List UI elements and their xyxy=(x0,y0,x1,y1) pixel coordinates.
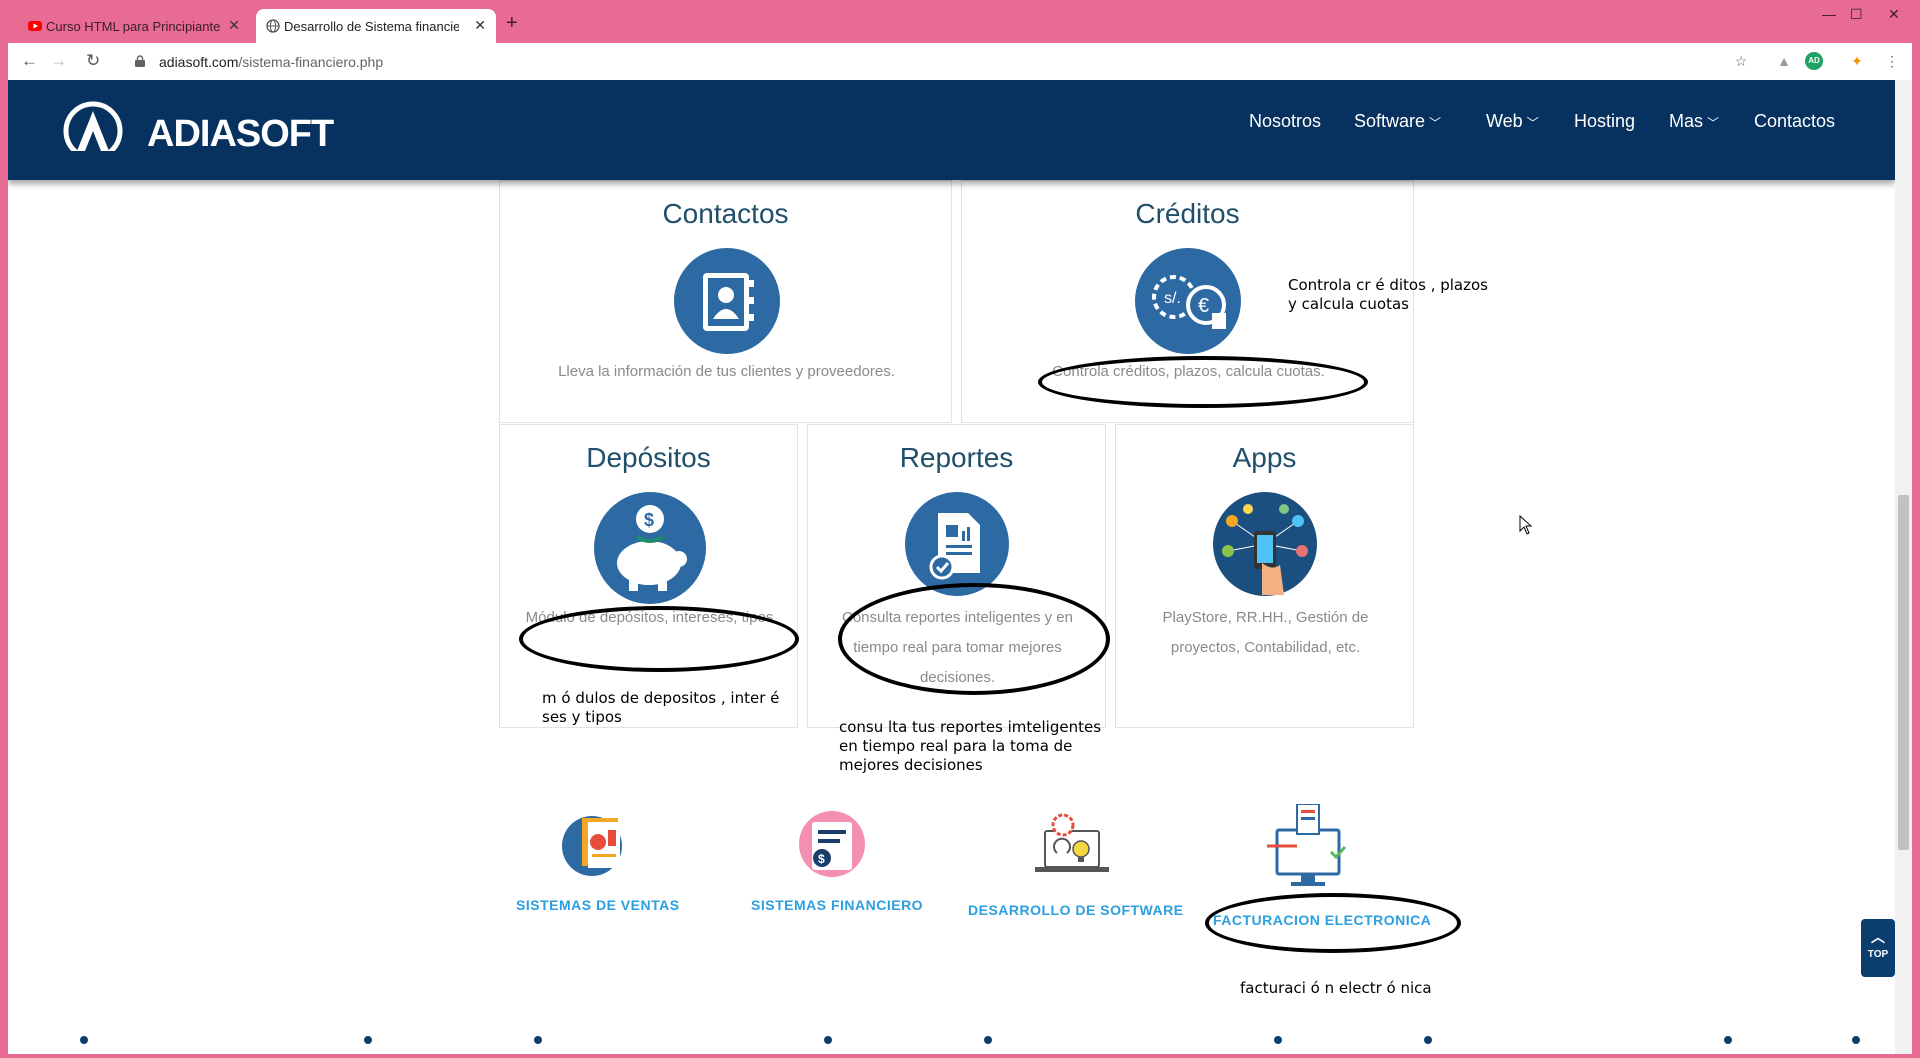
sistemas-financiero-link[interactable]: SISTEMAS FINANCIERO xyxy=(751,897,923,913)
sistemas-ventas-link[interactable]: SISTEMAS DE VENTAS xyxy=(516,897,680,913)
annotation-ellipse-depositos xyxy=(519,606,799,672)
url-text: adiasoft.com/sistema-financiero.php xyxy=(159,54,383,70)
top-label: TOP xyxy=(1867,949,1889,960)
card-title: Contactos xyxy=(662,198,789,229)
annotation-note-depositos: m ó dulos de depositos , inter é ses y t… xyxy=(542,689,780,726)
tab-title: Desarrollo de Sistema financiero xyxy=(284,18,459,34)
chevron-up-icon: ︿ xyxy=(1871,929,1885,945)
close-tab-icon[interactable]: ✕ xyxy=(228,17,240,34)
lock-icon xyxy=(135,55,145,67)
browser-toolbar: ← → ↻ adiasoft.com/sistema-financiero.ph… xyxy=(8,43,1912,80)
card-title: Apps xyxy=(1232,442,1297,473)
report-document-icon xyxy=(905,492,1009,596)
nav-label: Hosting xyxy=(1574,111,1636,131)
browser-tab-youtube[interactable]: Curso HTML para Principiantes - ✕ xyxy=(18,9,250,43)
youtube-icon xyxy=(28,21,42,31)
card-title: Reportes xyxy=(899,442,1014,473)
extension-fox-icon[interactable]: ✦ xyxy=(1848,52,1866,70)
tab-title: Curso HTML para Principiantes - xyxy=(46,18,221,34)
nav-contactos[interactable]: Contactos xyxy=(1754,111,1835,132)
piggy-bank-icon: $ xyxy=(594,492,706,604)
card-description: Lleva la información de tus clientes y p… xyxy=(558,363,895,380)
maximize-button[interactable]: ☐ xyxy=(1850,6,1863,23)
annotation-note-creditos: Controla cr é ditos , plazos y calcula c… xyxy=(1288,276,1488,313)
chevron-down-icon: ﹀ xyxy=(1526,116,1539,130)
annotation-note-reportes: consu lta tus reportes imteligentes en t… xyxy=(839,718,1102,774)
minimize-button[interactable]: — xyxy=(1822,6,1836,22)
site-header: ADIASOFT Nosotros Software ﹀ Web ﹀ Hosting… xyxy=(8,80,1895,180)
mobile-apps-icon xyxy=(1213,492,1317,596)
invoice-monitor-icon xyxy=(1267,803,1347,886)
logo-text: ADIASOFT xyxy=(147,113,334,155)
nav-nosotros[interactable]: Nosotros xyxy=(1249,111,1321,132)
new-tab-button[interactable]: + xyxy=(506,12,518,35)
annotation-ellipse-creditos xyxy=(1038,356,1368,408)
adiasoft-logo[interactable]: ADIASOFT xyxy=(63,101,334,161)
desarrollo-software-link[interactable]: DESARROLLO DE SOFTWARE xyxy=(968,902,1184,918)
card-depositos: Depósitos $ Módulo de depósitos, interes… xyxy=(499,424,798,728)
address-bar[interactable]: adiasoft.com/sistema-financiero.php xyxy=(126,48,1766,76)
card-description: PlayStore, RR.HH., Gestión de proyectos,… xyxy=(1162,609,1369,656)
browser-tabstrip: Curso HTML para Principiantes - ✕ Desarr… xyxy=(0,0,1920,43)
back-to-top-button[interactable]: ︿ TOP xyxy=(1861,919,1895,977)
sales-chart-icon xyxy=(562,816,622,876)
logo-icon xyxy=(63,101,123,161)
close-window-button[interactable]: ✕ xyxy=(1888,6,1900,23)
credits-currency-icon: s/. € xyxy=(1135,248,1241,354)
forward-icon[interactable]: → xyxy=(50,51,67,71)
contact-book-icon xyxy=(674,248,780,354)
nav-label: Contactos xyxy=(1754,111,1836,131)
finance-document-icon: $ xyxy=(799,811,865,877)
mouse-cursor-icon xyxy=(1519,515,1533,535)
facturacion-electronica-link[interactable]: FACTURACION ELECTRONICA xyxy=(1213,912,1431,928)
scrollbar-thumb[interactable] xyxy=(1898,495,1909,850)
svg-text:$: $ xyxy=(644,510,654,530)
card-apps: Apps PlayStore, RR.HH., Gestión de proye… xyxy=(1115,424,1414,728)
svg-text:s/.: s/. xyxy=(1164,290,1181,307)
browser-tab-active[interactable]: Desarrollo de Sistema financiero ✕ xyxy=(256,9,496,43)
nav-label: Software xyxy=(1354,111,1426,131)
card-contactos: Contactos Lleva la información de tus cl… xyxy=(499,180,952,423)
web-page: ADIASOFT Nosotros Software ﹀ Web ﹀ Hosting… xyxy=(8,80,1895,1054)
url-path: /sistema-financiero.php xyxy=(238,54,384,70)
sistemas-ventas-icon[interactable] xyxy=(560,808,632,880)
card-title: Créditos xyxy=(1135,198,1240,229)
url-domain: adiasoft.com xyxy=(159,54,239,70)
annotation-note-facturacion: facturaci ó n electr ó nica xyxy=(1240,979,1432,997)
close-tab-icon[interactable]: ✕ xyxy=(474,17,486,34)
desarrollo-software-icon[interactable] xyxy=(1027,805,1117,885)
profile-avatar-icon[interactable]: AD xyxy=(1805,52,1823,70)
menu-kebab-icon[interactable]: ⋮ xyxy=(1883,52,1901,70)
sistemas-financiero-icon[interactable]: $ xyxy=(796,808,868,880)
globe-icon xyxy=(266,19,280,33)
nav-label: Nosotros xyxy=(1249,111,1322,131)
svg-text:€: € xyxy=(1198,295,1209,317)
chevron-down-icon: ﹀ xyxy=(1707,116,1720,130)
nav-mas[interactable]: Mas ﹀ xyxy=(1669,111,1719,132)
bookmark-star-icon[interactable]: ☆ xyxy=(1732,52,1750,70)
nav-web[interactable]: Web ﹀ xyxy=(1486,111,1539,132)
card-title: Depósitos xyxy=(586,442,711,473)
nav-label: Web xyxy=(1486,111,1523,131)
laptop-gear-icon xyxy=(1035,813,1109,872)
facturacion-electronica-icon[interactable] xyxy=(1263,803,1353,888)
annotation-ellipse-reportes xyxy=(838,583,1110,695)
chevron-down-icon: ﹀ xyxy=(1429,116,1442,130)
reload-icon[interactable]: ↻ xyxy=(86,51,100,71)
nav-label: Mas xyxy=(1669,111,1704,131)
svg-text:$: $ xyxy=(818,852,825,866)
nav-hosting[interactable]: Hosting xyxy=(1574,111,1635,132)
back-icon[interactable]: ← xyxy=(21,51,38,71)
extension-icon[interactable]: ▲ xyxy=(1775,52,1793,70)
decorative-footer-pattern xyxy=(80,1036,1860,1044)
nav-software[interactable]: Software ﹀ xyxy=(1354,111,1441,132)
